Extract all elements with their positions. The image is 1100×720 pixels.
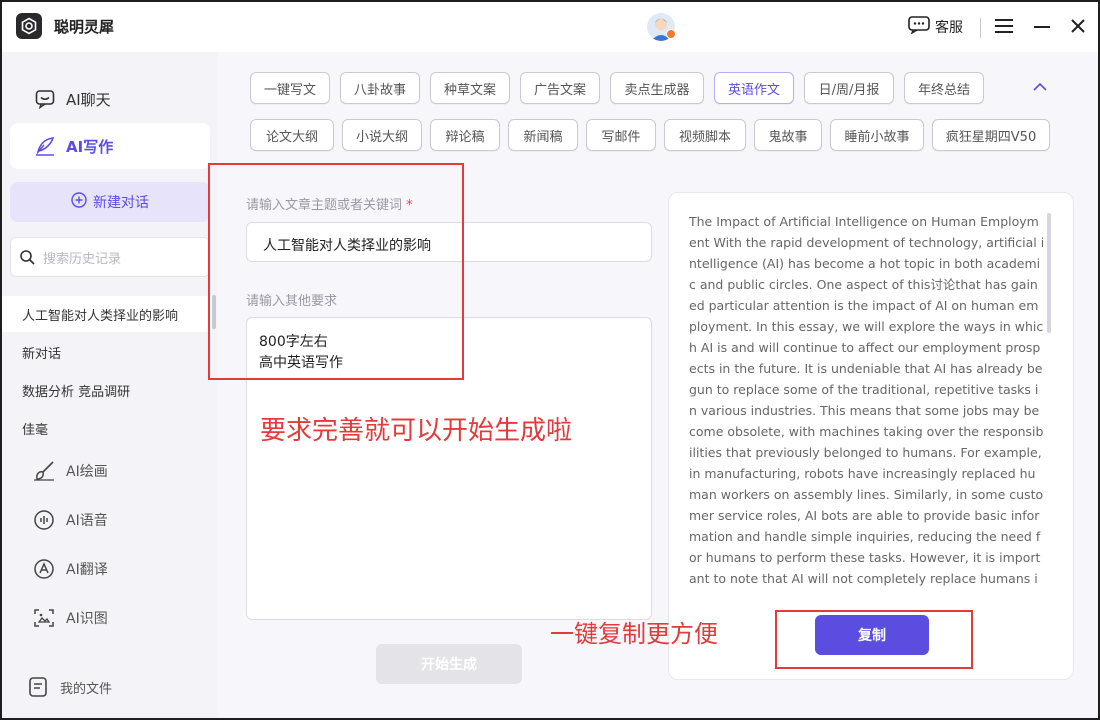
avatar-badge xyxy=(666,29,676,39)
menu-button[interactable] xyxy=(992,14,1016,38)
new-chat-button[interactable]: 新建对话 xyxy=(10,182,210,222)
tag-english-essay[interactable]: 英语作文 xyxy=(714,72,794,104)
annotation-box-form xyxy=(208,163,464,380)
tag-label: 一键写文 xyxy=(263,82,316,98)
result-text: The Impact of Artificial Intelligence on… xyxy=(689,214,1045,586)
tag-label: 疯狂星期四V50 xyxy=(945,129,1037,145)
tag-label: 卖点生成器 xyxy=(624,82,690,98)
tag-crazy-thursday[interactable]: 疯狂星期四V50 xyxy=(932,119,1050,151)
tag-press-release[interactable]: 新闻稿 xyxy=(508,119,578,151)
tool-label: AI识图 xyxy=(66,611,108,627)
tag-year-end-summary[interactable]: 年终总结 xyxy=(904,72,984,104)
tag-label: 辩论稿 xyxy=(445,129,485,145)
history-item[interactable]: 佳毫 xyxy=(2,410,212,446)
title-bar: 聪明灵犀 客服 xyxy=(2,2,1098,52)
annotation-text-copy: 一键复制更方便 xyxy=(550,620,718,648)
tag-label: 日/周/月报 xyxy=(818,82,880,98)
nav-ai-writing[interactable]: AI写作 xyxy=(10,123,210,169)
tag-ad-copy[interactable]: 广告文案 xyxy=(520,72,600,104)
tool-label: AI语音 xyxy=(66,513,108,529)
tag-ghost-story[interactable]: 鬼故事 xyxy=(754,119,822,151)
hamburger-icon xyxy=(995,19,1013,33)
history-item[interactable]: 人工智能对人类择业的影响 xyxy=(2,296,212,332)
tool-label: AI绘画 xyxy=(66,464,108,480)
sidebar: AI聊天 AI写作 新建对话 搜索历史记录 人工智能对人类择业的影响 新对话 数… xyxy=(2,52,218,718)
result-panel: The Impact of Artificial Intelligence on… xyxy=(668,192,1074,680)
tool-ai-image-recognition[interactable]: AI识图 xyxy=(32,603,108,633)
close-button[interactable] xyxy=(1066,14,1090,38)
chat-support-icon xyxy=(908,16,930,38)
my-files-label: 我的文件 xyxy=(60,681,113,697)
image-scan-icon xyxy=(32,606,56,630)
plus-circle-icon xyxy=(71,192,87,212)
search-placeholder: 搜索历史记录 xyxy=(43,251,122,267)
tag-thesis-outline[interactable]: 论文大纲 xyxy=(250,119,334,151)
nav-label: AI写作 xyxy=(66,137,114,156)
pen-icon xyxy=(34,135,56,157)
support-label: 客服 xyxy=(935,20,963,36)
history-search-input[interactable]: 搜索历史记录 xyxy=(10,237,210,277)
nav-label: AI聊天 xyxy=(66,90,111,109)
annotation-box-copy xyxy=(775,610,973,669)
new-chat-label: 新建对话 xyxy=(93,195,149,211)
tag-label: 新闻稿 xyxy=(523,129,563,145)
tag-label: 种草文案 xyxy=(443,82,496,98)
voice-icon xyxy=(32,508,56,532)
tag-label: 英语作文 xyxy=(727,82,780,98)
tag-novel-outline[interactable]: 小说大纲 xyxy=(342,119,422,151)
tool-label: AI翻译 xyxy=(66,562,108,578)
result-scrollbar[interactable] xyxy=(1047,213,1051,333)
tag-gossip-story[interactable]: 八卦故事 xyxy=(340,72,420,104)
history-item-label: 佳毫 xyxy=(22,422,49,438)
tag-label: 鬼故事 xyxy=(768,129,808,145)
minimize-button[interactable] xyxy=(1030,14,1054,38)
tag-label: 写邮件 xyxy=(601,129,641,145)
chat-bubble-icon xyxy=(34,88,56,110)
tag-daily-weekly-monthly-report[interactable]: 日/周/月报 xyxy=(804,72,894,104)
tag-write-email[interactable]: 写邮件 xyxy=(586,119,656,151)
file-icon xyxy=(26,675,50,699)
tag-label: 广告文案 xyxy=(533,82,586,98)
tag-label: 小说大纲 xyxy=(355,129,408,145)
tool-ai-voice[interactable]: AI语音 xyxy=(32,505,108,535)
history-item-label: 数据分析 竞品调研 xyxy=(22,384,131,400)
tag-label: 论文大纲 xyxy=(265,129,318,145)
titlebar-divider xyxy=(980,18,981,38)
annotation-text-complete: 要求完善就可以开始生成啦 xyxy=(260,416,573,446)
tag-label: 年终总结 xyxy=(917,82,970,98)
tag-label: 睡前小故事 xyxy=(844,129,910,145)
app-name: 聪明灵犀 xyxy=(54,18,115,36)
history-item[interactable]: 新对话 xyxy=(2,334,212,370)
history-item-label: 人工智能对人类择业的影响 xyxy=(22,308,179,324)
app-window: 聪明灵犀 客服 AI聊天 AI写作 新建对话 搜索历史记录 人工智能对人类择业的… xyxy=(0,0,1100,720)
history-item[interactable]: 数据分析 竞品调研 xyxy=(2,372,212,408)
tag-selling-point-generator[interactable]: 卖点生成器 xyxy=(610,72,704,104)
tag-debate-script[interactable]: 辩论稿 xyxy=(430,119,500,151)
app-logo-icon xyxy=(16,13,42,39)
translate-icon xyxy=(32,557,56,581)
tag-one-click-writing[interactable]: 一键写文 xyxy=(250,72,330,104)
my-files-button[interactable]: 我的文件 xyxy=(26,672,112,702)
customer-service-button[interactable]: 客服 xyxy=(908,16,963,38)
chevron-up-icon xyxy=(1033,82,1047,91)
tag-label: 视频脚本 xyxy=(678,129,731,145)
start-generate-button[interactable]: 开始生成 xyxy=(376,644,522,684)
tag-seeding-copy[interactable]: 种草文案 xyxy=(430,72,510,104)
tag-video-script[interactable]: 视频脚本 xyxy=(664,119,746,151)
collapse-tags-button[interactable] xyxy=(1030,77,1050,97)
brush-icon xyxy=(32,459,56,483)
tool-ai-drawing[interactable]: AI绘画 xyxy=(32,456,108,486)
search-icon xyxy=(19,249,35,265)
close-icon xyxy=(1071,19,1085,33)
minimize-icon xyxy=(1034,26,1050,28)
tag-label: 八卦故事 xyxy=(353,82,406,98)
tag-bedtime-story[interactable]: 睡前小故事 xyxy=(830,119,924,151)
tool-ai-translate[interactable]: AI翻译 xyxy=(32,554,108,584)
nav-ai-chat[interactable]: AI聊天 xyxy=(10,76,210,122)
history-item-label: 新对话 xyxy=(22,346,62,362)
